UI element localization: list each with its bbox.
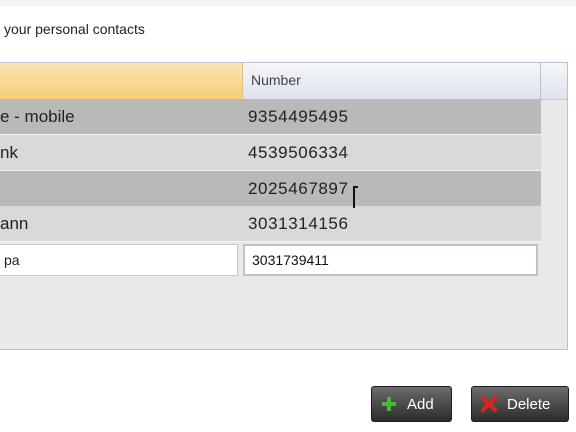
table-row[interactable]: ann 3031314156 [0, 206, 541, 242]
section-heading: your personal contacts [4, 21, 145, 37]
cell-name [0, 171, 243, 206]
top-strip [0, 0, 576, 6]
cell-name: ann [0, 214, 29, 233]
grid-header: Number [0, 63, 567, 100]
name-edit-field[interactable] [0, 244, 238, 276]
x-icon [480, 395, 498, 413]
add-button-label: Add [407, 395, 434, 413]
delete-button[interactable]: Delete [471, 386, 569, 422]
cell-number: 4539506334 [248, 143, 349, 162]
delete-button-label: Delete [507, 395, 551, 413]
cell-name: nk [0, 143, 18, 162]
cell-number: 3031314156 [248, 214, 349, 233]
cell-name: e - mobile [0, 107, 75, 126]
column-header-name[interactable] [0, 63, 243, 99]
number-edit-field[interactable] [243, 244, 538, 276]
column-header-number[interactable]: Number [243, 63, 541, 99]
table-row[interactable]: nk 4539506334 [0, 135, 541, 171]
table-row[interactable]: 2025467897 [0, 171, 541, 207]
table-row[interactable]: e - mobile 9354495495 [0, 99, 541, 135]
edit-row [0, 242, 541, 278]
add-button[interactable]: Add [371, 386, 452, 422]
text-cursor [353, 186, 358, 208]
column-header-spacer [541, 63, 567, 99]
cell-number: 2025467897 [248, 179, 349, 198]
cell-number: 9354495495 [248, 107, 349, 126]
contacts-grid: Number e - mobile 9354495495 nk 45395063… [0, 62, 568, 350]
plus-icon [380, 395, 398, 413]
